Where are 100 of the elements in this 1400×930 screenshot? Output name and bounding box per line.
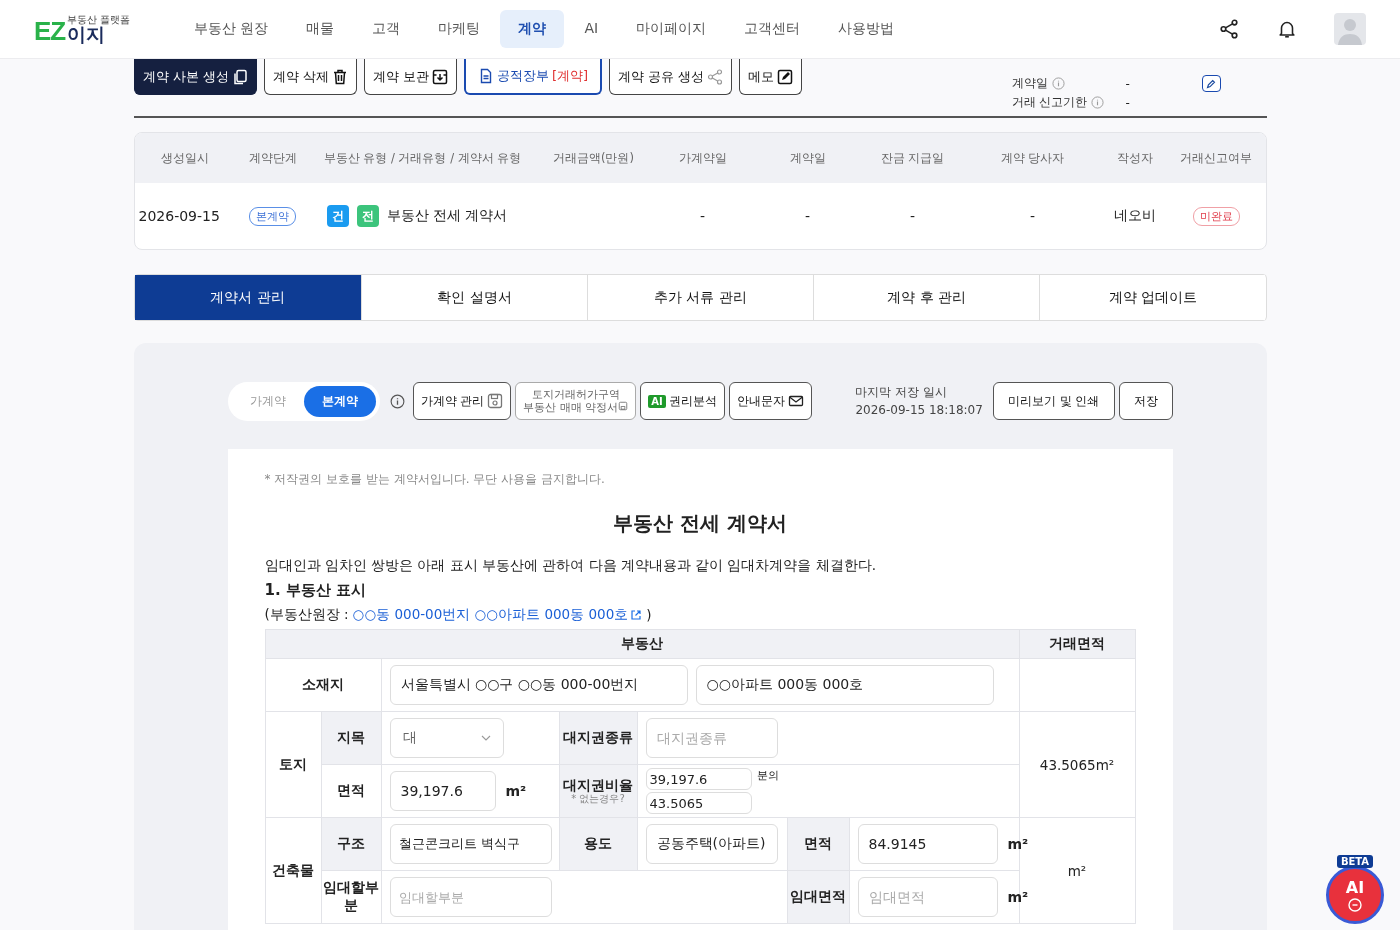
row-label: 구조 [321,817,381,871]
row-label: 임대할부분 [321,870,381,924]
logo-letters: EZ [34,17,66,44]
row-label: 건축물 [265,817,321,924]
save-icon [618,401,629,411]
column-header: 잔금 지급일 [879,149,946,167]
share-icon[interactable] [1218,18,1240,40]
trash-icon [331,68,348,85]
logo-tagline: 부동산 플랫폼 [67,14,131,25]
column-header: 작성자 [1115,149,1154,167]
nav-tab[interactable]: 사용방법 [820,10,913,48]
ledger-link[interactable]: ○○동 000-00번지 ○○아파트 000동 000호 [352,606,643,624]
tool-button[interactable]: 가계약 관리 [412,382,512,420]
nav-tab[interactable]: 매물 [288,10,353,48]
column-header: 부동산 유형 / 거래유형 / 계약서 유형 [322,149,523,167]
row-label: 임대면적 [787,870,849,924]
table-cell-text: - [1028,208,1037,224]
pencil-icon [1205,77,1217,90]
building-area-field[interactable]: 84.9145 [857,824,998,864]
unit-label: m² [505,783,527,799]
document-title: 부동산 전세 계약서 [612,510,788,537]
column-header: 가계약일 [677,149,728,167]
nav-tab[interactable]: 부동산 원장 [176,10,287,48]
action-button[interactable]: 계약 사본 생성 [133,59,257,95]
download-box-icon [432,68,449,85]
row-label: 소재지 [265,658,381,712]
info-icon[interactable] [389,393,405,409]
unit-label: m² [1007,836,1029,852]
edit-button[interactable] [1201,75,1221,92]
logo-word: 이지 [67,24,106,44]
nav-tab[interactable]: 마이페이지 [618,10,725,48]
info-label: 거래 신고기한 [1011,94,1088,111]
copyright-notice: * 저작권의 보호를 받는 계약서입니다. 무단 사용을 금지합니다. [264,471,606,488]
share-icon [707,68,724,85]
action-button[interactable]: 공적장부 [계약] [464,59,603,95]
save-icon [487,393,504,409]
beta-badge: BETA [1336,855,1374,868]
toolbar-button[interactable]: 미리보기 및 인쇄 [992,382,1115,420]
mail-icon [787,393,804,409]
toolbar-button[interactable]: 저장 [1118,382,1173,420]
action-button[interactable]: 계약 보관 [363,59,458,95]
category-select[interactable]: 대 [389,718,504,758]
intro-text: 임대인과 임차인 쌍방은 아래 표시 부동산에 관하여 다음 계약내용과 같이 임대차계약을 체결한다. [264,557,877,575]
nav-tab[interactable]: 계약 [500,10,565,48]
stage-tag: 본계약 [249,206,296,226]
ledger-suffix: ) [646,607,652,623]
last-saved-label: 마지막 저장 일시 [855,384,949,401]
ai-assistant-button[interactable]: AI [1326,866,1384,924]
type-tag: 건 [326,205,349,227]
ratio-word: 분의 [756,768,779,783]
ratio-denominator-field[interactable]: 39,197.6 [645,768,752,790]
caret-icon [480,735,491,741]
action-button[interactable]: 메모 [739,59,803,95]
last-saved-time: 2026-09-15 18:18:07 [855,402,983,419]
edit-icon [777,68,794,85]
action-button[interactable]: 계약 삭제 [263,59,357,95]
ratio-note: * 없는경우? [571,792,625,804]
copy-icon [231,68,248,85]
table-cell: 부동산 전세 계약서 [386,207,508,225]
row-label: 대지권비율 [563,778,633,793]
tool-button[interactable]: 안내문자 [728,382,812,420]
use-field[interactable]: 공동주택(아파트) [645,824,778,864]
column-header: 계약단계 [247,149,298,167]
info-value: - [1125,76,1130,91]
section-tab[interactable]: 계약 업데이트 [1039,275,1266,320]
trade-area-value: 43.5065m² [1019,711,1135,818]
nav-tab[interactable]: 고객센터 [726,10,819,48]
row-label: 토지 [265,711,321,818]
nav-tab[interactable]: 고객 [354,10,419,48]
column-header: 거래면적 [1019,629,1135,659]
unit-field[interactable]: ○○아파트 000동 000호 [695,665,994,705]
table-cell-text: 네오비 [1112,207,1157,225]
contract-row[interactable]: 2026-09-15 본계약 건 전 부동산 전세 계약서 - - - - 네오비 미완료 [134,183,1266,249]
toggle-option[interactable]: 본계약 [303,385,376,417]
info-value: - [1125,95,1130,110]
section-tab[interactable]: 계약서 관리 [134,275,361,320]
column-header: 거래금액(만원) [552,149,635,167]
column-header: 계약 당사자 [999,149,1066,167]
status-tag: 미완료 [1192,206,1240,226]
unit-label: m² [1007,889,1029,905]
lease-area-field[interactable]: 임대면적 [857,877,998,917]
nav-tab[interactable]: AI [566,10,617,48]
column-header: 거래신고여부 [1179,149,1253,167]
land-area-field[interactable]: 39,197.6 [389,771,496,811]
land-right-type-field[interactable]: 대지권종류 [645,718,778,758]
table-cell-text: - [908,208,917,224]
lease-part-field[interactable]: 임대할부분 [389,877,552,917]
ratio-numerator-field[interactable]: 43.5065 [645,792,752,814]
row-label: 면적 [321,764,381,818]
nav-tab[interactable]: 마케팅 [420,10,499,48]
info-label: 계약일 [1011,75,1048,92]
table-cell-text: - [803,208,812,224]
section-heading: 1. 부동산 표시 [264,581,368,600]
ledger-prefix: (부동산원장 : [264,606,349,624]
tool-button[interactable]: AI 권리분석 [640,382,725,420]
table-cell-text: 2026-09-15 [137,208,221,224]
structure-field[interactable]: 철근콘크리트 벽식구 [389,824,552,864]
action-button[interactable]: 계약 공유 생성 [609,59,733,95]
address-field[interactable]: 서울특별시 ○○구 ○○동 000-00번지 [389,665,688,705]
type-tag: 전 [356,205,379,227]
